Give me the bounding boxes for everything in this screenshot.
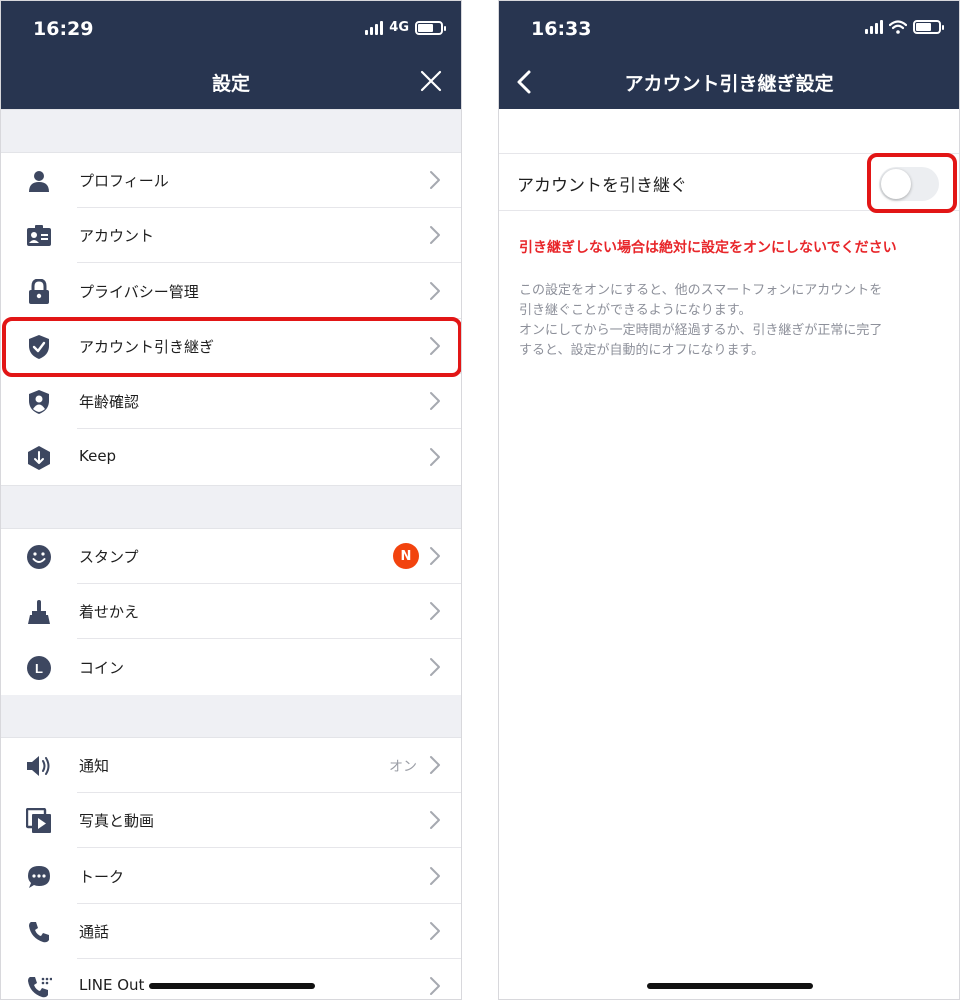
coin-icon: L (25, 654, 53, 682)
settings-row[interactable]: L コイン (1, 639, 461, 695)
chevron-right-icon (430, 756, 440, 774)
settings-row-label: アカウント引き継ぎ (79, 337, 215, 356)
chevron-right-icon (430, 921, 440, 940)
new-badge: N (393, 543, 419, 569)
download-hexagon-icon (25, 444, 53, 472)
chevron-right-icon (430, 392, 440, 411)
chevron-right-icon (430, 171, 440, 189)
home-indicator (647, 983, 813, 989)
chat-bubble-icon (25, 863, 53, 891)
description-line: 引き継ぐことができるようになります。 (519, 303, 752, 318)
section-gap (1, 109, 461, 153)
settings-row-label: LINE Out (79, 976, 145, 995)
toggle-knob (881, 169, 911, 199)
settings-row-label: スタンプ (79, 548, 139, 566)
page-title: 設定 (211, 73, 250, 95)
lock-icon (25, 278, 53, 306)
description-line: すると、設定が自動的にオフになります。 (519, 343, 765, 358)
settings-row[interactable]: 写真と動画 (1, 793, 461, 849)
toggle-label: アカウントを引き継ぐ (517, 176, 687, 196)
settings-screen: 16:29 4G 設定 プロフィール アカウントプライバシー管理 アカウント引き継ぎ… (0, 0, 462, 1000)
settings-row-label: 年齢確認 (79, 393, 140, 412)
speaker-icon (25, 752, 53, 780)
chevron-right-icon (430, 811, 440, 830)
brush-icon (25, 598, 53, 626)
chevron-right-icon (430, 866, 440, 885)
settings-row[interactable]: アカウント (1, 208, 461, 264)
section-gap (1, 485, 461, 529)
settings-row-label: コイン (79, 658, 125, 677)
status-indicators: 4G (365, 20, 446, 35)
settings-row-label: Keep (79, 446, 117, 465)
chevron-right-icon (430, 977, 440, 996)
person-icon (25, 167, 53, 195)
settings-row-label: アカウント (79, 227, 155, 246)
settings-row-label: プライバシー管理 (79, 282, 199, 301)
settings-row[interactable]: LINE Out (1, 959, 461, 999)
settings-row-label: 写真と動画 (79, 812, 155, 831)
settings-row-label: 通知 (79, 757, 110, 775)
settings-row-value: オン (389, 759, 417, 775)
account-transfer-toggle[interactable] (879, 167, 939, 201)
settings-row-label: トーク (79, 867, 125, 886)
settings-row[interactable]: 通知 オン (1, 738, 461, 793)
settings-row[interactable]: トーク (1, 848, 461, 904)
settings-row[interactable]: 年齢確認 (1, 374, 461, 430)
settings-row[interactable]: 着せかえ (1, 584, 461, 640)
battery-icon (913, 20, 944, 34)
description-line: オンにしてから一定時間が経過するか、引き継ぎが正常に完了 (519, 323, 883, 338)
description-line: この設定をオンにすると、他のスマートフォンにアカウントを (519, 283, 883, 298)
transfer-header: 16:33 アカウント引き継ぎ設定 (499, 1, 959, 109)
account-transfer-screen: 16:33 アカウント引き継ぎ設定 アカウントを引き継ぐ 引き継ぎしない場合は絶… (498, 0, 960, 1000)
chevron-right-icon (430, 336, 440, 355)
media-icon (25, 807, 53, 835)
shield-person-icon (25, 388, 53, 416)
chevron-right-icon (430, 547, 440, 565)
settings-row[interactable]: スタンプ N (1, 529, 461, 584)
settings-row-label: 着せかえ (79, 603, 140, 622)
page-title: アカウント引き継ぎ設定 (624, 73, 834, 95)
id-card-icon (25, 222, 53, 250)
settings-header: 16:29 4G 設定 (1, 1, 461, 109)
network-label: 4G (389, 20, 409, 35)
shield-check-icon (25, 333, 53, 361)
status-time: 16:33 (531, 18, 592, 40)
settings-row[interactable]: Keep (1, 429, 461, 485)
close-icon[interactable] (417, 67, 445, 95)
phone-icon (25, 918, 53, 946)
account-transfer-toggle-row: アカウントを引き継ぐ (499, 153, 959, 211)
status-indicators (865, 20, 944, 34)
home-indicator (149, 983, 315, 989)
settings-row-label: プロフィール (79, 172, 169, 190)
settings-row[interactable]: アカウント引き継ぎ (1, 318, 461, 374)
warning-text: 引き継ぎしない場合は絶対に設定をオンにしないでください (519, 240, 897, 256)
signal-icon (365, 20, 384, 35)
chevron-right-icon (430, 447, 440, 466)
chevron-right-icon (430, 226, 440, 245)
settings-row[interactable]: プライバシー管理 (1, 263, 461, 319)
status-time: 16:29 (33, 18, 94, 40)
svg-text:L: L (35, 661, 43, 676)
chevron-right-icon (430, 602, 440, 621)
section-gap (1, 694, 461, 738)
chevron-right-icon (430, 281, 440, 300)
smiley-icon (25, 543, 53, 571)
settings-row[interactable]: 通話 (1, 903, 461, 959)
description-text: この設定をオンにすると、他のスマートフォンにアカウントを 引き継ぐことができるよ… (519, 281, 945, 361)
phone-out-icon (25, 973, 53, 999)
settings-row-label: 通話 (79, 922, 110, 941)
settings-row[interactable]: プロフィール (1, 153, 461, 208)
signal-icon (865, 20, 883, 34)
chevron-right-icon (430, 657, 440, 676)
battery-icon (415, 20, 446, 35)
wifi-icon (889, 20, 907, 34)
